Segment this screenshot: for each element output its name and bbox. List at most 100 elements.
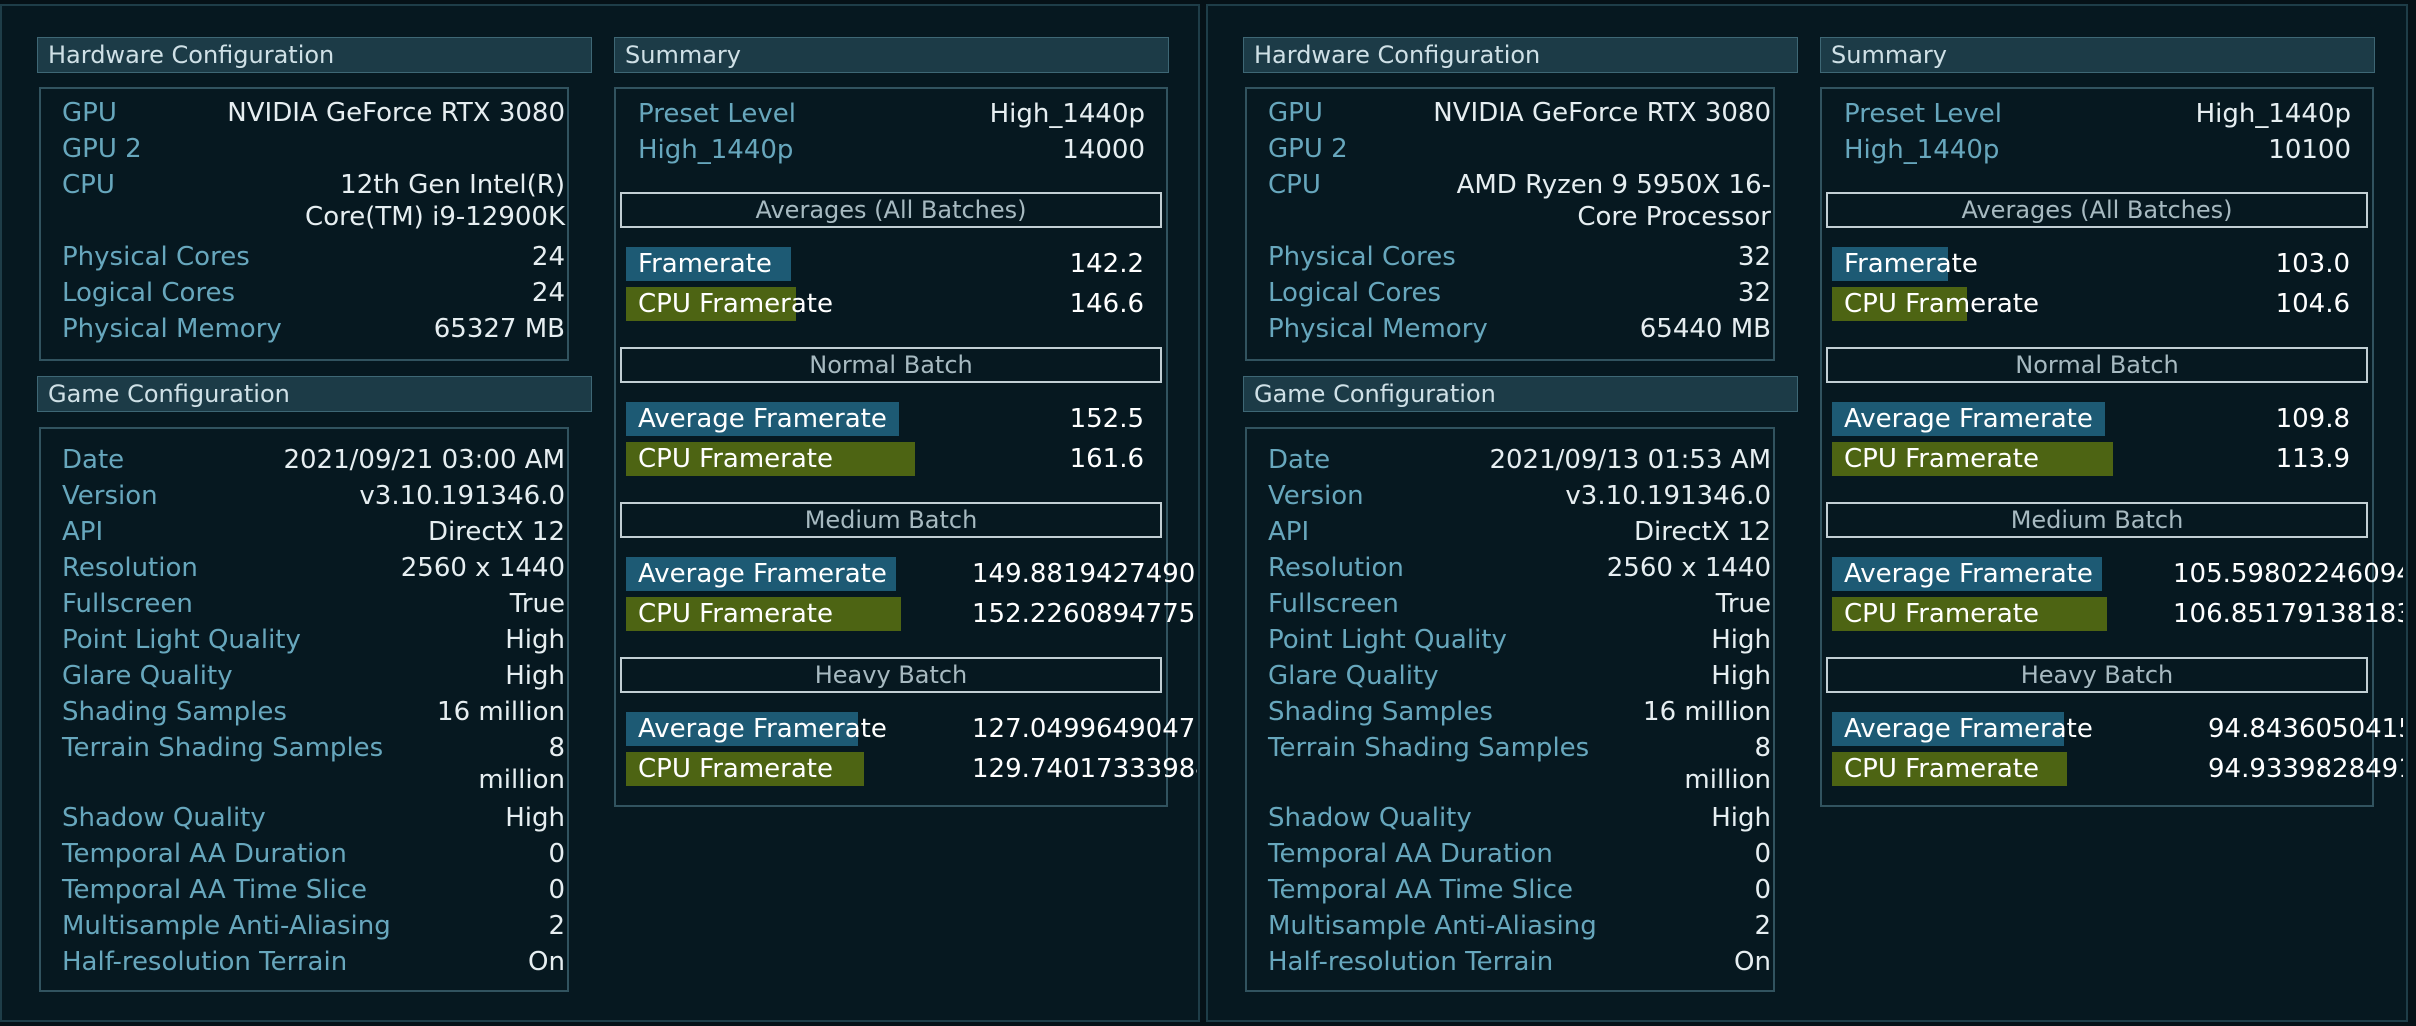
hw-value: AMD Ryzen 9 5950X 16-Core Processor	[1456, 170, 1771, 232]
game-config-header: Game Configuration	[1243, 376, 1798, 412]
bar-value: 161.6	[1069, 444, 1144, 474]
bar-value: 149.88194274902	[972, 559, 1197, 589]
game-value: 2021/09/13 01:53 AM	[1489, 445, 1771, 475]
hw-value: 32	[1737, 242, 1771, 272]
bar-label: Framerate	[638, 249, 772, 279]
game-config-topline	[1245, 427, 1775, 429]
hw-value: 12th Gen Intel(R) Core(TM) i9-12900K	[305, 170, 565, 232]
batch-header: Averages (All Batches)	[1826, 192, 2368, 228]
bar-value: 127.04996490478516	[972, 714, 1197, 744]
bar-value: 152.5	[1069, 404, 1144, 434]
game-key: Terrain Shading Samples	[62, 733, 384, 763]
batch-header: Heavy Batch	[1826, 657, 2368, 693]
game-value: 16 million	[437, 697, 565, 727]
game-value: On	[1734, 947, 1771, 977]
preset-level-value: High_1440p	[989, 99, 1145, 129]
game-key: API	[1268, 517, 1310, 547]
benchmark-comparison: Hardware Configuration GPU GPU 2 CPU Physica…	[0, 0, 2416, 1026]
result-window-left: Hardware Configuration GPU GPU 2 CPU Physica…	[0, 4, 1200, 1022]
hardware-config-topline	[1245, 87, 1775, 89]
game-value: 8 million	[1684, 733, 1771, 795]
bar-value: 104.6	[2275, 289, 2350, 319]
bar-label: Average Framerate	[1844, 404, 2093, 434]
game-value: High	[505, 661, 565, 691]
bar-value: 103.0	[2275, 249, 2350, 279]
bar-value: 105.59802246094	[2173, 559, 2403, 589]
score-label: High_1440p	[1844, 135, 2000, 165]
summary-header: Summary	[614, 37, 1169, 73]
bar-label: CPU Framerate	[1844, 599, 2039, 629]
hw-value: NVIDIA GeForce RTX 3080	[227, 98, 565, 128]
bar-label: CPU Framerate	[638, 754, 833, 784]
game-value: 0	[1754, 875, 1771, 905]
batch-header: Medium Batch	[620, 502, 1162, 538]
bar-value: 129.7401733398438	[972, 754, 1197, 784]
game-key: API	[62, 517, 104, 547]
bar-value: 94.84360504150	[2208, 714, 2403, 744]
bar-value: 94.9339828491211	[2208, 754, 2403, 784]
bar-value: 142.2	[1069, 249, 1144, 279]
hw-key: CPU	[1268, 170, 1321, 200]
game-key: Date	[62, 445, 125, 475]
batch-header: Normal Batch	[620, 347, 1162, 383]
hw-value: 65440 MB	[1639, 314, 1771, 344]
summary-topline	[614, 87, 1168, 89]
batch-header: Averages (All Batches)	[620, 192, 1162, 228]
hw-value: 32	[1737, 278, 1771, 308]
game-value: 8 million	[478, 733, 565, 795]
hardware-config-topline	[39, 87, 569, 89]
bar-label: Average Framerate	[1844, 714, 2093, 744]
game-value: v3.10.191346.0	[359, 481, 565, 511]
bar-label: Average Framerate	[638, 714, 887, 744]
game-value: High	[1711, 661, 1771, 691]
bar-label: CPU Framerate	[638, 599, 833, 629]
bar-value: 113.9	[2275, 444, 2350, 474]
game-key: Terrain Shading Samples	[1268, 733, 1590, 763]
game-value: True	[509, 589, 565, 619]
batch-header: Heavy Batch	[620, 657, 1162, 693]
game-value: 2021/09/21 03:00 AM	[283, 445, 565, 475]
score-label: High_1440p	[638, 135, 794, 165]
game-key: Date	[1268, 445, 1331, 475]
batch-header: Medium Batch	[1826, 502, 2368, 538]
game-value: High	[505, 625, 565, 655]
result-window-right: Hardware Configuration GPU GPU 2 CPU Physica…	[1206, 4, 2408, 1022]
game-value: 2560 x 1440	[400, 553, 565, 583]
preset-level-label: Preset Level	[1844, 99, 2002, 129]
game-value: High	[1711, 625, 1771, 655]
game-value: 0	[1754, 839, 1771, 869]
summary-topline	[1820, 87, 2374, 89]
bar-value: 146.6	[1069, 289, 1144, 319]
game-config-header: Game Configuration	[37, 376, 592, 412]
bar-label: CPU Framerate	[638, 444, 833, 474]
hw-key: GPU 2	[62, 134, 142, 164]
bar-value: 109.8	[2275, 404, 2350, 434]
hw-value: NVIDIA GeForce RTX 3080	[1433, 98, 1771, 128]
game-value: 0	[548, 839, 565, 869]
batch-header: Normal Batch	[1826, 347, 2368, 383]
game-value: 2	[548, 911, 565, 941]
hw-key: CPU	[62, 170, 115, 200]
preset-level-label: Preset Level	[638, 99, 796, 129]
game-value: 0	[548, 875, 565, 905]
bar-value: 152.22608947753906	[972, 599, 1197, 629]
game-value: 2560 x 1440	[1606, 553, 1771, 583]
game-config-topline	[39, 427, 569, 429]
hw-value: 24	[531, 242, 565, 272]
score-value: 10100	[2268, 135, 2351, 165]
score-value: 14000	[1062, 135, 1145, 165]
preset-level-value: High_1440p	[2195, 99, 2351, 129]
game-value: High	[505, 803, 565, 833]
bar-label: CPU Framerate	[1844, 289, 2039, 319]
hardware-config-header: Hardware Configuration	[1243, 37, 1798, 73]
bar-label: Average Framerate	[1844, 559, 2093, 589]
bar-label: CPU Framerate	[1844, 754, 2039, 784]
game-value: 16 million	[1643, 697, 1771, 727]
bar-label: CPU Framerate	[638, 289, 833, 319]
bar-label: Framerate	[1844, 249, 1978, 279]
game-value: 2	[1754, 911, 1771, 941]
game-value: High	[1711, 803, 1771, 833]
hw-value: 24	[531, 278, 565, 308]
game-value: DirectX 12	[1633, 517, 1771, 547]
game-value: DirectX 12	[427, 517, 565, 547]
